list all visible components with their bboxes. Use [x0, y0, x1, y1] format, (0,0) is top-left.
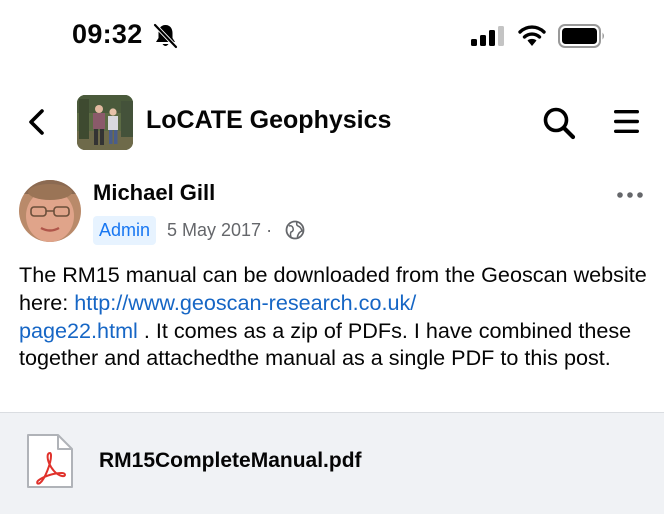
- wifi-icon: [518, 25, 546, 46]
- group-title[interactable]: LoCATE Geophysics: [146, 106, 391, 135]
- attachment-filename[interactable]: RM15CompleteManual.pdf: [99, 449, 362, 473]
- link-line-1[interactable]: http://www.geoscan-research.co.uk/: [74, 290, 416, 315]
- bell-slash-icon: [153, 23, 178, 49]
- author-name[interactable]: Michael Gill: [93, 180, 215, 206]
- hamburger-menu-icon[interactable]: [612, 107, 641, 136]
- more-options-icon[interactable]: [616, 188, 644, 202]
- pdf-file-icon: [27, 434, 73, 488]
- admin-badge: Admin: [93, 216, 157, 245]
- author-avatar[interactable]: [19, 180, 81, 242]
- post-date[interactable]: 5 May 2017: [167, 220, 261, 240]
- post-text: The RM15 manual can be downloaded from t…: [19, 261, 659, 372]
- meta-separator: ·: [266, 220, 273, 240]
- link-line-2[interactable]: page22.html: [19, 318, 138, 343]
- signal-icon: [471, 26, 504, 46]
- back-chevron-icon[interactable]: [24, 107, 48, 137]
- status-time: 09:32: [72, 19, 143, 49]
- battery-icon: [558, 24, 604, 48]
- group-avatar[interactable]: [77, 95, 133, 150]
- globe-icon: [285, 220, 305, 240]
- search-icon[interactable]: [541, 105, 577, 141]
- post-meta: 5 May 2017 ·: [167, 217, 272, 244]
